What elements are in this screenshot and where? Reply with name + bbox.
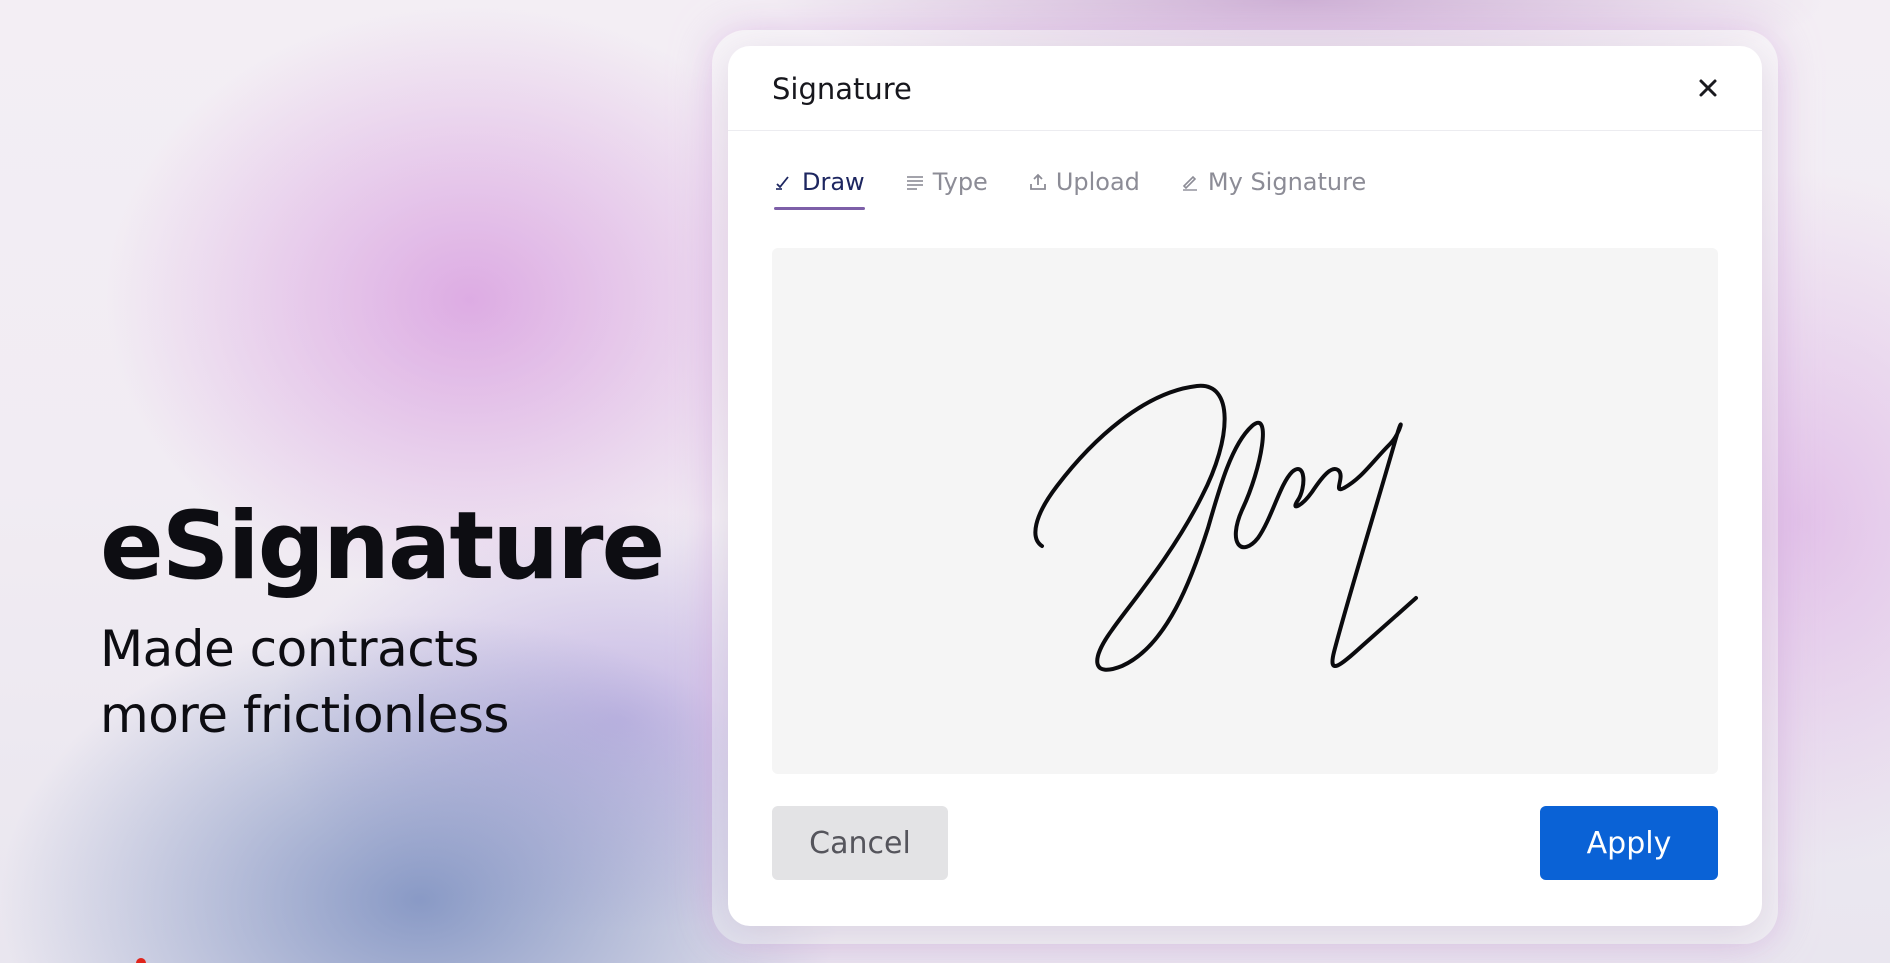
hero-subtitle-line-1: Made contracts: [100, 620, 479, 678]
close-button[interactable]: [1694, 74, 1722, 102]
dialog-title: Signature: [772, 72, 912, 106]
hero-title: eSignature: [100, 492, 665, 601]
signature-canvas[interactable]: [772, 248, 1718, 774]
tab-draw[interactable]: Draw: [774, 160, 865, 210]
tab-upload-label: Upload: [1055, 168, 1140, 196]
cancel-button[interactable]: Cancel: [772, 806, 948, 880]
hero-subtitle: Made contracts more frictionless: [100, 616, 663, 748]
hero-subtitle-line-2: more frictionless: [100, 686, 509, 744]
dialog-header: Signature: [728, 46, 1762, 131]
signature-dialog: Signature Draw Type Upload My Signature …: [728, 46, 1762, 926]
text-lines-icon: [906, 176, 923, 190]
progress-marker: [136, 958, 146, 963]
tab-type[interactable]: Type: [905, 160, 988, 210]
upload-icon: [1029, 173, 1046, 190]
tab-type-label: Type: [932, 168, 988, 196]
signature-tabs: Draw Type Upload My Signature: [774, 160, 1406, 210]
tab-upload[interactable]: Upload: [1028, 160, 1140, 210]
tab-draw-label: Draw: [802, 168, 865, 196]
video-frame: eSignature Made contracts more frictionl…: [0, 0, 1890, 963]
pen-icon: [1182, 175, 1197, 191]
apply-button[interactable]: Apply: [1540, 806, 1718, 880]
close-icon: [1699, 79, 1717, 97]
signature-drawing: [1033, 383, 1418, 672]
hero-text: eSignature Made contracts more frictionl…: [100, 492, 665, 748]
draw-icon: [776, 176, 789, 190]
tab-my-signature-label: My Signature: [1207, 168, 1367, 196]
tab-my-signature[interactable]: My Signature: [1180, 160, 1366, 210]
